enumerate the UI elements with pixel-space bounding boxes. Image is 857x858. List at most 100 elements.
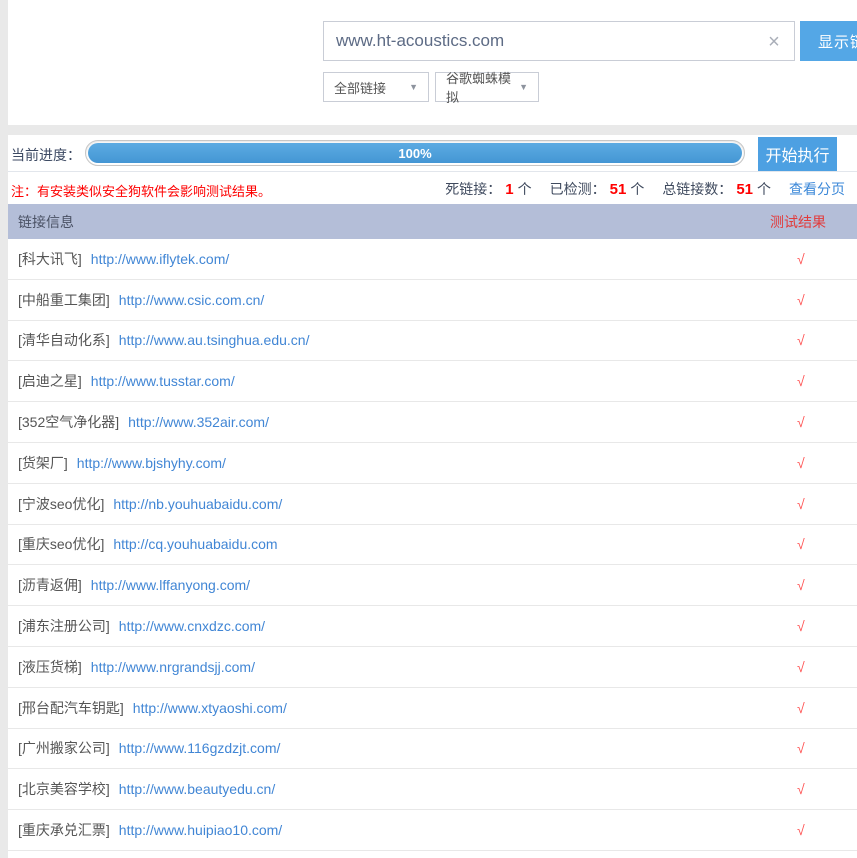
progress-bar: 100% [85, 140, 745, 166]
domain-input[interactable] [336, 23, 756, 59]
site-name: [浦东注册公司] [18, 616, 110, 636]
site-url-link[interactable]: http://www.352air.com/ [128, 414, 269, 430]
search-box: × [323, 21, 795, 61]
dead-links-unit: 个 [518, 181, 532, 197]
clear-input-icon[interactable]: × [762, 30, 786, 54]
site-url-link[interactable]: http://www.csic.com.cn/ [119, 292, 264, 308]
result-check-mark: √ [797, 700, 805, 716]
table-row: [科大讯飞] http://www.iflytek.com/ √ [8, 239, 857, 280]
result-check-mark: √ [797, 659, 805, 675]
result-check-mark: √ [797, 332, 805, 348]
table-row: [重庆承兑汇票] http://www.huipiao10.com/ √ [8, 810, 857, 851]
site-name: [北京美容学校] [18, 779, 110, 799]
site-url-link[interactable]: http://www.116gzdzjt.com/ [119, 740, 281, 756]
site-name: [宁波seo优化] [18, 494, 104, 514]
total-links-stat: 总链接数：51个 [662, 179, 771, 199]
table-row: [液压货梯] http://www.nrgrandsjj.com/ √ [8, 647, 857, 688]
checked-label: 已检测： [550, 181, 606, 197]
results-panel: 当前进度： 100% 开始执行 注：有安装类似安全狗软件会影响测试结果。 死链接… [8, 135, 857, 858]
table-row: [启迪之星] http://www.tusstar.com/ √ [8, 361, 857, 402]
result-check-mark: √ [797, 414, 805, 430]
table-row: [邢台配汽车钥匙] http://www.xtyaoshi.com/ √ [8, 688, 857, 729]
result-check-mark: √ [797, 292, 805, 308]
site-name: [沥青返佣] [18, 575, 82, 595]
site-name: [广州搬家公司] [18, 738, 110, 758]
site-name: [352空气净化器] [18, 412, 119, 432]
table-row: [中船重工集团] http://www.csic.com.cn/ √ [8, 280, 857, 321]
chevron-down-icon: ▼ [519, 82, 528, 92]
site-url-link[interactable]: http://nb.youhuabaidu.com/ [113, 496, 282, 512]
table-row: [宁波seo优化] http://nb.youhuabaidu.com/ √ [8, 484, 857, 525]
site-name: [清华自动化系] [18, 330, 110, 350]
site-name: [启迪之星] [18, 371, 82, 391]
site-url-link[interactable]: http://www.cnxdzc.com/ [119, 618, 265, 634]
site-name: [液压货梯] [18, 657, 82, 677]
site-url-link[interactable]: http://cq.youhuabaidu.com [113, 536, 277, 552]
table-row: [北京美容学校] http://www.beautyedu.cn/ √ [8, 769, 857, 810]
progress-bar-fill: 100% [88, 143, 742, 163]
site-url-link[interactable]: http://www.lffanyong.com/ [91, 577, 250, 593]
progress-section: 当前进度： 100% 开始执行 [8, 135, 857, 172]
spider-dropdown[interactable]: 谷歌蜘蛛模拟 ▼ [435, 72, 539, 102]
result-check-mark: √ [797, 373, 805, 389]
progress-percent: 100% [398, 146, 431, 161]
site-url-link[interactable]: http://www.huipiao10.com/ [119, 822, 282, 838]
status-row: 注：有安装类似安全狗软件会影响测试结果。 死链接：1个 已检测：51个 总链接数… [8, 172, 857, 204]
checked-unit: 个 [630, 181, 644, 197]
table-row: [352空气净化器] http://www.352air.com/ √ [8, 402, 857, 443]
site-url-link[interactable]: http://www.bjshyhy.com/ [77, 455, 226, 471]
site-url-link[interactable]: http://www.iflytek.com/ [91, 251, 229, 267]
site-name: [科大讯飞] [18, 249, 82, 269]
total-links-label: 总链接数： [662, 181, 732, 197]
chevron-down-icon: ▼ [409, 82, 418, 92]
site-name: [重庆承兑汇票] [18, 820, 110, 840]
result-check-mark: √ [797, 822, 805, 838]
search-row: × 显示链接 [323, 21, 857, 61]
result-check-mark: √ [797, 618, 805, 634]
site-name: [中船重工集团] [18, 290, 110, 310]
progress-label: 当前进度： [11, 145, 81, 165]
start-button[interactable]: 开始执行 [758, 137, 837, 171]
table-row: [浦东注册公司] http://www.cnxdzc.com/ √ [8, 606, 857, 647]
table-header: 链接信息 测试结果 [8, 204, 857, 239]
result-check-mark: √ [797, 781, 805, 797]
site-url-link[interactable]: http://www.nrgrandsjj.com/ [91, 659, 255, 675]
site-name: [重庆seo优化] [18, 534, 104, 554]
view-pagination-link[interactable]: 查看分页 [789, 179, 845, 199]
table-row: [清华自动化系] http://www.au.tsinghua.edu.cn/ … [8, 321, 857, 362]
dead-links-stat: 死链接：1个 [445, 179, 531, 199]
link-table-body: [科大讯飞] http://www.iflytek.com/ √ [中船重工集团… [8, 239, 857, 851]
link-type-selected-label: 全部链接 [334, 78, 386, 97]
link-type-dropdown[interactable]: 全部链接 ▼ [323, 72, 429, 102]
total-links-value: 51 [736, 181, 753, 198]
warning-note: 注：有安装类似安全狗软件会影响测试结果。 [11, 181, 271, 200]
result-check-mark: √ [797, 740, 805, 756]
site-url-link[interactable]: http://www.au.tsinghua.edu.cn/ [119, 332, 310, 348]
table-row: [广州搬家公司] http://www.116gzdzjt.com/ √ [8, 729, 857, 770]
result-check-mark: √ [797, 536, 805, 552]
checked-stat: 已检测：51个 [550, 179, 645, 199]
checked-value: 51 [610, 181, 627, 198]
result-check-mark: √ [797, 455, 805, 471]
stats-bar: 死链接：1个 已检测：51个 总链接数：51个 查看分页 [445, 179, 845, 199]
column-header-link-info: 链接信息 [18, 212, 74, 232]
site-url-link[interactable]: http://www.beautyedu.cn/ [119, 781, 275, 797]
table-row: [重庆seo优化] http://cq.youhuabaidu.com √ [8, 525, 857, 566]
show-links-button[interactable]: 显示链接 [800, 21, 857, 61]
result-check-mark: √ [797, 251, 805, 267]
result-check-mark: √ [797, 577, 805, 593]
table-row: [货架厂] http://www.bjshyhy.com/ √ [8, 443, 857, 484]
dead-links-value: 1 [505, 181, 513, 198]
site-url-link[interactable]: http://www.xtyaoshi.com/ [133, 700, 287, 716]
spider-selected-label: 谷歌蜘蛛模拟 [446, 68, 513, 106]
site-url-link[interactable]: http://www.tusstar.com/ [91, 373, 235, 389]
total-links-unit: 个 [757, 181, 771, 197]
table-row: [沥青返佣] http://www.lffanyong.com/ √ [8, 565, 857, 606]
result-check-mark: √ [797, 496, 805, 512]
filter-row: 全部链接 ▼ 谷歌蜘蛛模拟 ▼ [323, 72, 539, 102]
search-panel: × 显示链接 全部链接 ▼ 谷歌蜘蛛模拟 ▼ [8, 0, 857, 125]
site-name: [邢台配汽车钥匙] [18, 698, 124, 718]
dead-links-label: 死链接： [445, 181, 501, 197]
site-name: [货架厂] [18, 453, 68, 473]
column-header-test-result: 测试结果 [770, 212, 826, 232]
